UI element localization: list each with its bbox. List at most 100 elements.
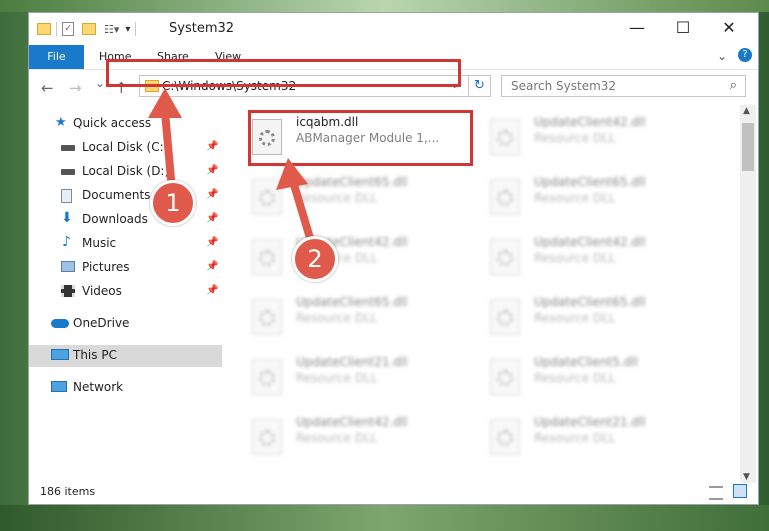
star-icon: ★	[55, 115, 67, 130]
file-name: UpdateClient65.dll	[296, 295, 408, 309]
file-name: UpdateClient65.dll	[534, 175, 646, 189]
sidebar-item-label: Local Disk (C:)	[82, 140, 169, 154]
file-item[interactable]: UpdateClient42.dll Resource DLL	[482, 111, 712, 163]
properties-icon[interactable]: ✓	[62, 22, 74, 36]
recent-locations-icon[interactable]: ⌄	[95, 76, 105, 90]
videos-icon	[61, 285, 75, 297]
back-icon[interactable]: ←	[41, 79, 54, 97]
file-item[interactable]: UpdateClient65.dll Resource DLL	[244, 291, 474, 343]
customize-toolbar-icon[interactable]: ☷▾	[104, 23, 119, 36]
toolbar-separator	[135, 22, 137, 36]
file-description: Resource DLL	[534, 311, 616, 325]
file-description: Resource DLL	[534, 371, 616, 385]
folder-icon	[37, 23, 51, 35]
sidebar-item-local-disk-d[interactable]: Local Disk (D:) 📌	[29, 161, 222, 183]
item-count: 186 items	[40, 485, 96, 498]
address-bar-highlight	[106, 59, 461, 87]
pin-icon[interactable]: 📌	[206, 165, 218, 176]
file-name: UpdateClient21.dll	[296, 355, 408, 369]
sidebar-item-label: Network	[73, 380, 124, 394]
file-description: Resource DLL	[296, 191, 378, 205]
file-item[interactable]: UpdateClient42.dll Resource DLL	[244, 411, 474, 463]
file-highlight	[248, 110, 473, 166]
search-icon[interactable]: ⌕	[730, 78, 737, 93]
file-list: icqabm.dll ABManager Module 1,... Update…	[244, 111, 739, 483]
sidebar-item-label: Documents	[82, 188, 151, 202]
large-icons-view-icon[interactable]	[733, 484, 747, 498]
quick-access-toolbar: ✓ ☷▾ ▾	[37, 21, 141, 37]
callout-2: 2	[292, 236, 338, 282]
file-item[interactable]: UpdateClient65.dll Resource DLL	[244, 171, 474, 223]
file-description: Resource DLL	[296, 371, 378, 385]
help-icon[interactable]: ?	[738, 48, 752, 62]
sidebar-item-label: Quick access	[73, 116, 152, 130]
file-item[interactable]: UpdateClient65.dll Resource DLL	[482, 171, 712, 223]
new-folder-icon[interactable]	[82, 23, 96, 35]
file-item[interactable]: UpdateClient42.dll Resource DLL	[244, 231, 474, 283]
sidebar-item-quick-access[interactable]: ★ Quick access	[29, 113, 222, 135]
dll-file-icon	[490, 419, 520, 455]
pin-icon[interactable]: 📌	[206, 237, 218, 248]
dll-file-icon	[252, 239, 282, 275]
pictures-icon	[61, 261, 75, 272]
tab-file[interactable]: File	[29, 45, 84, 69]
file-description: Resource DLL	[296, 311, 378, 325]
sidebar-item-videos[interactable]: Videos 📌	[29, 281, 222, 303]
vertical-scrollbar[interactable]: ▲ ▼	[740, 105, 756, 483]
file-description: Resource DLL	[534, 191, 616, 205]
search-input[interactable]: Search System32 ⌕	[501, 75, 746, 97]
toolbar-dropdown-icon[interactable]: ▾	[125, 24, 130, 35]
pin-icon[interactable]: 📌	[206, 261, 218, 272]
toolbar-separator	[56, 22, 57, 36]
pin-icon[interactable]: 📌	[206, 213, 218, 224]
file-item[interactable]: UpdateClient21.dll Resource DLL	[244, 351, 474, 403]
close-button[interactable]: ✕	[706, 13, 752, 43]
scroll-down-icon[interactable]: ▼	[743, 472, 750, 482]
file-item[interactable]: UpdateClient21.dll Resource DLL	[482, 411, 712, 463]
network-icon	[51, 381, 67, 392]
sidebar-item-onedrive[interactable]: OneDrive	[29, 313, 222, 335]
file-name: UpdateClient21.dll	[534, 415, 646, 429]
sidebar-item-label: OneDrive	[73, 316, 130, 330]
maximize-button[interactable]: ☐	[660, 13, 706, 43]
file-description: Resource DLL	[296, 431, 378, 445]
sidebar-item-label: Videos	[82, 284, 122, 298]
chevron-down-icon[interactable]: ⌄	[717, 49, 727, 63]
sidebar-item-local-disk-c[interactable]: Local Disk (C:) 📌	[29, 137, 222, 159]
file-item[interactable]: UpdateClient5.dll Resource DLL	[482, 351, 712, 403]
sidebar-item-label: Music	[82, 236, 117, 250]
forward-icon[interactable]: →	[69, 79, 82, 97]
file-item[interactable]: UpdateClient65.dll Resource DLL	[482, 291, 712, 343]
callout-1: 1	[150, 180, 196, 226]
file-name: UpdateClient65.dll	[296, 175, 408, 189]
sidebar-item-music[interactable]: ♪ Music 📌	[29, 233, 222, 255]
status-bar: 186 items	[29, 483, 758, 504]
file-name: UpdateClient42.dll	[534, 235, 646, 249]
desktop-background-bottom	[0, 505, 769, 531]
dll-file-icon	[490, 299, 520, 335]
file-name: UpdateClient5.dll	[534, 355, 638, 369]
details-view-icon[interactable]	[709, 486, 723, 500]
file-description: Resource DLL	[534, 131, 616, 145]
sidebar-item-this-pc[interactable]: This PC	[29, 345, 222, 367]
sidebar-item-network[interactable]: Network	[29, 377, 222, 399]
minimize-button[interactable]: —	[614, 13, 660, 43]
dll-file-icon	[252, 179, 282, 215]
file-item[interactable]: UpdateClient42.dll Resource DLL	[482, 231, 712, 283]
sidebar-item-label: Pictures	[82, 260, 130, 274]
refresh-button[interactable]: ↻	[469, 75, 491, 97]
scrollbar-thumb[interactable]	[742, 123, 754, 171]
pin-icon[interactable]: 📌	[206, 189, 218, 200]
desktop-background-top	[0, 0, 769, 12]
drive-icon	[61, 169, 75, 175]
sidebar-item-pictures[interactable]: Pictures 📌	[29, 257, 222, 279]
pin-icon[interactable]: 📌	[206, 141, 218, 152]
documents-icon	[61, 189, 72, 203]
dll-file-icon	[490, 179, 520, 215]
dll-file-icon	[490, 359, 520, 395]
scroll-up-icon[interactable]: ▲	[743, 106, 750, 116]
dll-file-icon	[490, 239, 520, 275]
dll-file-icon	[252, 299, 282, 335]
pin-icon[interactable]: 📌	[206, 285, 218, 296]
dll-file-icon	[252, 359, 282, 395]
